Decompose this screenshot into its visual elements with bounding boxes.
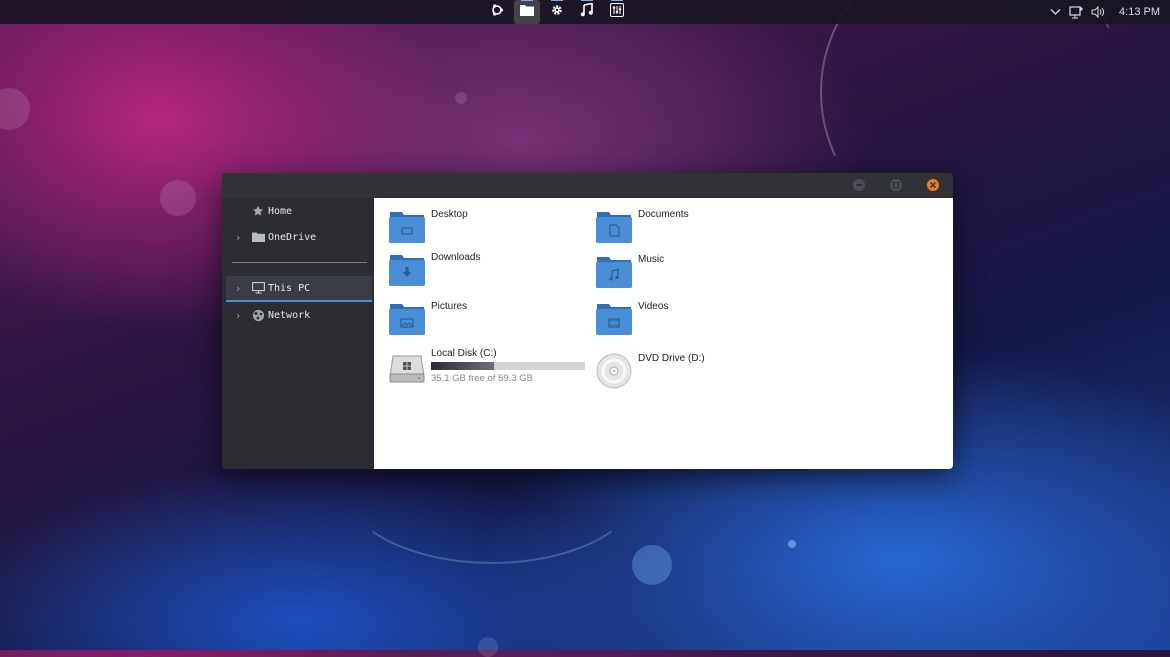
desktop-folder-icon: [389, 211, 425, 243]
sidebar-item-home[interactable]: Home: [226, 199, 372, 223]
sidebar-item-label: This PC: [268, 282, 311, 294]
folder-videos[interactable]: Videos: [596, 301, 669, 335]
mixer-icon: [610, 2, 624, 22]
downloads-folder-icon: [389, 254, 425, 286]
network-status-icon[interactable]: [1069, 5, 1083, 19]
network-icon: [250, 308, 266, 322]
folder-music[interactable]: Music: [596, 254, 665, 288]
dock-item-ubuntu[interactable]: [484, 0, 510, 24]
expand-chevron-icon[interactable]: ›: [226, 309, 250, 322]
expand-chevron-icon[interactable]: ›: [226, 282, 250, 295]
disk-free-text: 35.1 GB free of 59.3 GB: [431, 373, 533, 384]
running-indicator: [551, 0, 563, 1]
dock-item-settings[interactable]: [544, 0, 570, 24]
top-panel: 4:13 PM: [0, 0, 1170, 24]
expand-chevron-icon[interactable]: ›: [226, 231, 250, 244]
running-indicator: [581, 0, 593, 1]
folder-label: Videos: [638, 301, 669, 312]
hard-drive-icon: [389, 350, 425, 383]
folder-downloads[interactable]: Downloads: [389, 252, 481, 286]
ubuntu-logo-icon: [490, 3, 504, 22]
title-bar[interactable]: [222, 173, 953, 198]
folder-icon: [250, 230, 266, 244]
folder-desktop[interactable]: Desktop: [389, 209, 468, 243]
drive-dvd-d[interactable]: DVD Drive (D:): [596, 353, 705, 389]
dock-item-mixer[interactable]: [604, 0, 630, 24]
sidebar-item-label: Home: [268, 205, 293, 217]
drive-label: DVD Drive (D:): [638, 353, 705, 364]
drive-label: Local Disk (C:): [431, 348, 497, 359]
dock-item-music[interactable]: [574, 0, 600, 24]
sidebar-item-label: Network: [268, 309, 311, 321]
sidebar-item-this-pc[interactable]: › This PC: [226, 276, 372, 302]
maximize-button[interactable]: [890, 179, 902, 191]
dvd-disc-icon: [596, 353, 632, 389]
divider: [232, 262, 367, 263]
file-manager-window: Home › OneDrive › This PC › Network Desk…: [222, 173, 953, 469]
sidebar-item-network[interactable]: › Network: [226, 303, 372, 327]
close-button[interactable]: [927, 179, 939, 191]
minimize-icon: [856, 184, 862, 186]
running-indicator: [611, 0, 623, 1]
clock[interactable]: 4:13 PM: [1119, 6, 1160, 18]
running-indicator: [521, 0, 533, 1]
minimize-button[interactable]: [853, 179, 865, 191]
content-pane: Desktop Documents Downloads Music Pictur…: [374, 198, 953, 469]
pictures-folder-icon: [389, 303, 425, 335]
music-icon: [580, 2, 594, 22]
drive-local-disk-c[interactable]: Local Disk (C:) 35.1 GB free of 59.3 GB: [389, 348, 585, 384]
settings-gear-icon: [550, 3, 564, 22]
maximize-icon: [892, 181, 900, 189]
sidebar-item-label: OneDrive: [268, 231, 317, 243]
drive-info: Local Disk (C:) 35.1 GB free of 59.3 GB: [431, 348, 585, 384]
disk-usage-bar: [431, 362, 585, 370]
folder-label: Pictures: [431, 301, 468, 312]
chevron-down-icon[interactable]: [1050, 8, 1061, 16]
videos-folder-icon: [596, 303, 632, 335]
navigation-pane: Home › OneDrive › This PC › Network: [222, 198, 374, 469]
sidebar-item-onedrive[interactable]: › OneDrive: [226, 225, 372, 249]
system-tray: 4:13 PM: [1050, 0, 1160, 24]
folder-label: Downloads: [431, 252, 481, 263]
folder-label: Music: [638, 254, 665, 265]
dock-item-files[interactable]: [514, 0, 540, 24]
star-icon: [250, 204, 266, 218]
files-icon: [520, 3, 534, 21]
disk-usage-fill: [431, 362, 494, 370]
folder-pictures[interactable]: Pictures: [389, 301, 468, 335]
music-folder-icon: [596, 256, 632, 288]
monitor-icon: [250, 281, 266, 295]
folder-label: Documents: [638, 209, 689, 220]
close-icon: [929, 181, 937, 189]
folder-documents[interactable]: Documents: [596, 209, 689, 243]
volume-icon[interactable]: [1091, 6, 1105, 18]
documents-folder-icon: [596, 211, 632, 243]
dock: [484, 0, 630, 24]
folder-label: Desktop: [431, 209, 468, 220]
